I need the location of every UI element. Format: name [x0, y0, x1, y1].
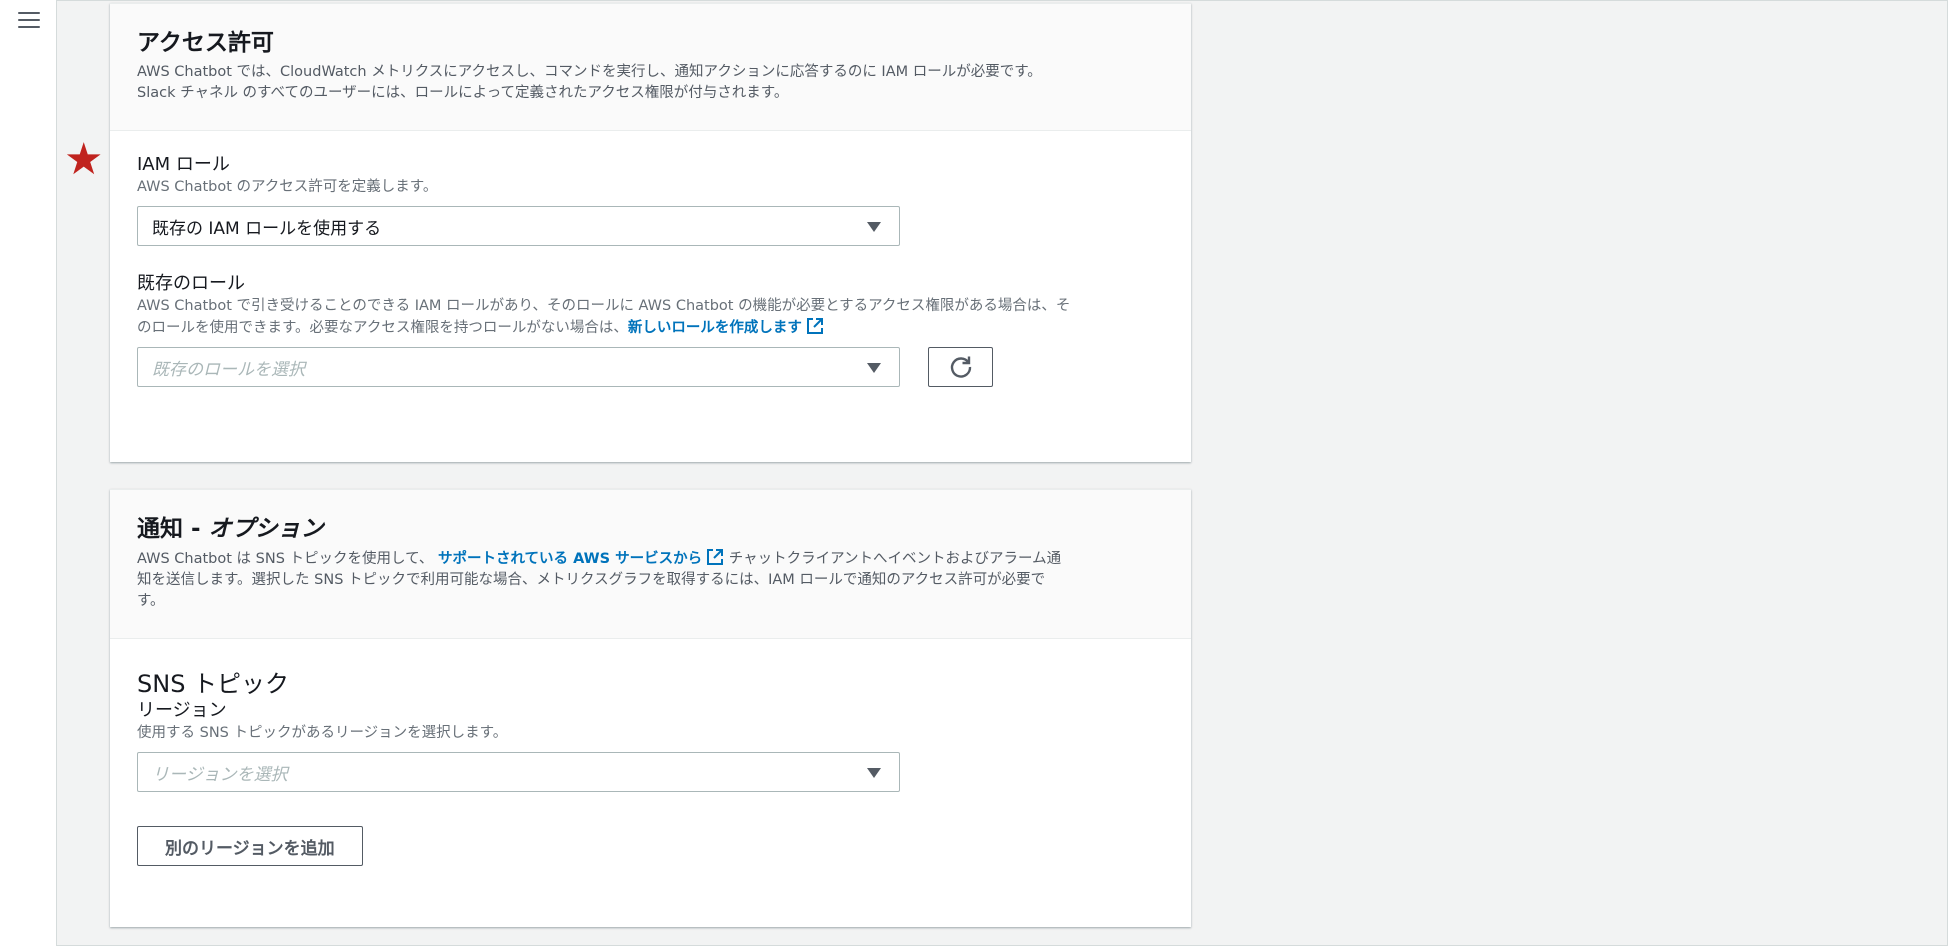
external-link-icon[interactable]: [806, 317, 824, 335]
notifications-panel-description: AWS Chatbot は SNS トピックを使用して、 サポートされている A…: [137, 548, 1164, 612]
refresh-roles-button[interactable]: [928, 347, 993, 387]
existing-role-select[interactable]: 既存のロールを選択: [137, 347, 900, 387]
refresh-icon: [950, 356, 971, 378]
existing-role-description: AWS Chatbot で引き受けることのできる IAM ロールがあり、そのロー…: [137, 298, 1071, 336]
notifications-panel-header: 通知 - オプション AWS Chatbot は SNS トピックを使用して、 …: [110, 490, 1191, 639]
region-select[interactable]: リージョンを選択: [137, 752, 900, 792]
hamburger-icon[interactable]: [18, 10, 40, 30]
star-icon: ★: [64, 134, 104, 185]
caret-down-icon: [867, 768, 881, 778]
access-panel-body: IAM ロール AWS Chatbot のアクセス許可を定義します。 既存の I…: [110, 131, 1191, 387]
region-label: リージョン: [137, 700, 227, 721]
existing-role-row: 既存のロールを選択: [137, 339, 1164, 387]
notifications-panel-title: 通知 - オプション: [137, 516, 324, 542]
iam-role-select[interactable]: 既存の IAM ロールを使用する: [137, 206, 900, 246]
existing-role-placeholder: 既存のロールを選択: [152, 359, 305, 380]
notifications-panel-body: SNS トピック リージョン 使用する SNS トピックがあるリージョンを選択し…: [110, 639, 1191, 866]
sns-topic-title: SNS トピック: [137, 670, 290, 698]
side-navigation: [0, 0, 57, 946]
supported-services-link[interactable]: サポートされている AWS サービスから: [438, 551, 702, 567]
iam-role-description: AWS Chatbot のアクセス許可を定義します。: [137, 179, 438, 195]
create-new-role-link[interactable]: 新しいロールを作成します: [628, 320, 802, 336]
access-panel-header: アクセス許可 AWS Chatbot では、CloudWatch メトリクスにア…: [110, 4, 1191, 131]
region-placeholder: リージョンを選択: [152, 764, 288, 785]
caret-down-icon: [867, 222, 881, 232]
external-link-icon[interactable]: [706, 548, 724, 566]
access-panel-title: アクセス許可: [137, 30, 274, 56]
notifications-panel: 通知 - オプション AWS Chatbot は SNS トピックを使用して、 …: [110, 489, 1191, 927]
add-region-button[interactable]: 別のリージョンを追加: [137, 826, 363, 866]
iam-role-label: IAM ロール: [137, 154, 230, 175]
iam-role-select-value: 既存の IAM ロールを使用する: [152, 218, 382, 239]
access-panel-description: AWS Chatbot では、CloudWatch メトリクスにアクセスし、コマ…: [137, 64, 1042, 101]
caret-down-icon: [867, 363, 881, 373]
region-description: 使用する SNS トピックがあるリージョンを選択します。: [137, 725, 508, 741]
access-permissions-panel: アクセス許可 AWS Chatbot では、CloudWatch メトリクスにア…: [110, 3, 1191, 462]
existing-role-label: 既存のロール: [137, 273, 245, 294]
